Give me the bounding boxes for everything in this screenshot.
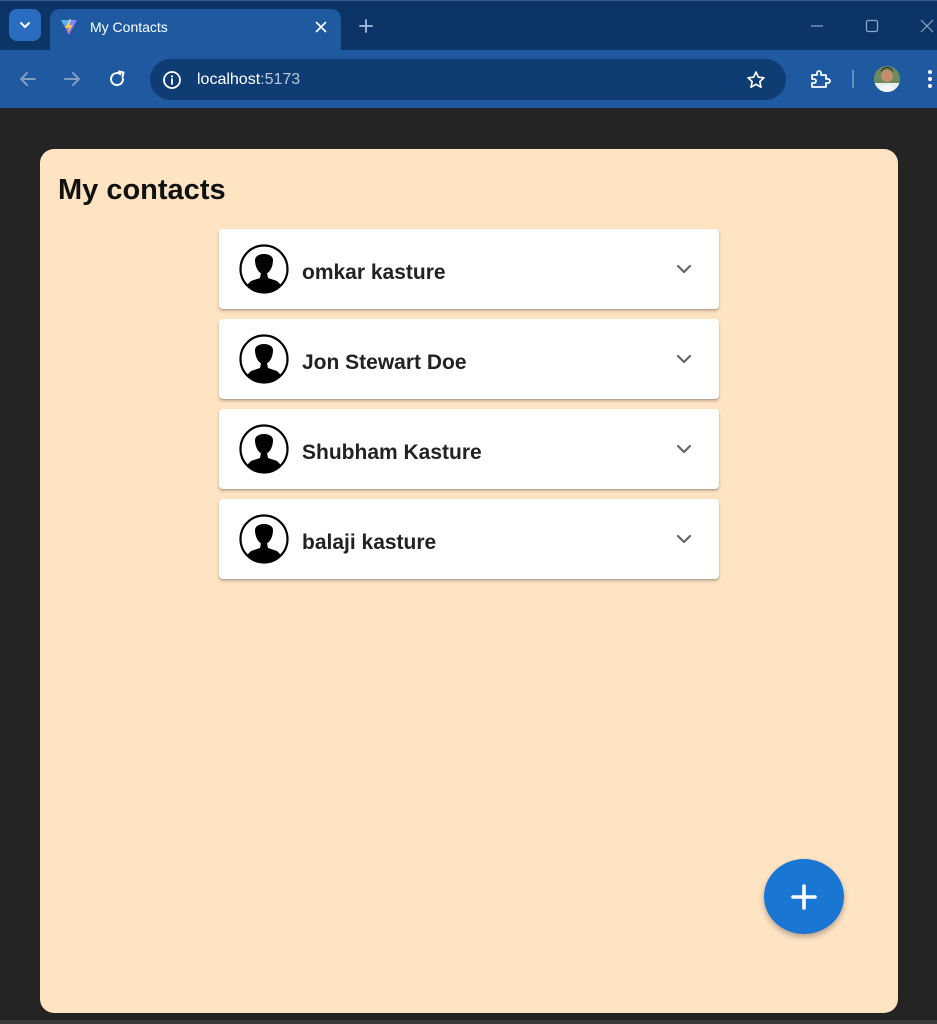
bookmark-button[interactable] [744,68,768,92]
browser-menu-button[interactable] [924,66,936,92]
profile-avatar-button[interactable] [874,66,900,92]
info-icon [163,71,181,89]
contact-name: Jon Stewart Doe [302,351,467,374]
contact-accordion-item[interactable]: omkar kasture [219,229,719,309]
person-avatar-icon [239,424,289,474]
browser-toolbar: localhost:5173 [0,50,937,108]
site-info-button[interactable] [160,68,184,92]
contact-name: Shubham Kasture [302,441,482,464]
close-icon [920,19,934,33]
minimize-icon [811,25,823,27]
tab-search-button[interactable] [9,9,41,41]
back-button[interactable] [15,66,41,92]
expand-contact-button[interactable] [673,528,695,550]
add-contact-button[interactable] [764,859,844,934]
person-avatar-icon [239,514,289,564]
browser-title-bar: My Contacts [0,0,937,51]
arrow-left-icon [20,72,36,86]
vite-logo-icon [61,19,77,35]
contact-accordion-item[interactable]: balaji kasture [219,499,719,579]
expand-contact-button[interactable] [673,348,695,370]
tab-close-button[interactable] [311,17,331,37]
arrow-right-icon [64,72,80,86]
maximize-icon [865,19,879,33]
contact-name: omkar kasture [302,261,446,284]
person-avatar-icon [239,334,289,384]
tab-title: My Contacts [90,19,168,35]
contact-accordion-item[interactable]: Jon Stewart Doe [219,319,719,399]
chevron-down-icon [20,22,30,28]
chevron-down-icon [676,534,692,544]
plus-icon [791,883,817,910]
reload-button[interactable] [104,66,130,92]
page-title: My contacts [58,174,226,206]
chevron-down-icon [676,264,692,274]
maximize-window-button[interactable] [861,15,883,37]
expand-contact-button[interactable] [673,438,695,460]
browser-tab-active[interactable]: My Contacts [50,9,341,51]
profile-photo-icon [874,66,900,92]
window-bottom-edge [0,1020,937,1024]
reload-icon [110,70,125,87]
url-text[interactable]: localhost:5173 [197,70,300,90]
url-host: localhost [197,71,261,88]
person-avatar-icon [239,244,289,294]
contact-name: balaji kasture [302,531,437,554]
page-viewport: My contacts omkar kasture Jon Stewart Do… [0,108,937,1020]
chevron-down-icon [676,354,692,364]
contacts-card: My contacts omkar kasture Jon Stewart Do… [40,149,898,1013]
chevron-down-icon [676,444,692,454]
extensions-button[interactable] [807,66,833,92]
minimize-window-button[interactable] [806,15,828,37]
contact-accordion-item[interactable]: Shubham Kasture [219,409,719,489]
url-port: :5173 [260,71,301,88]
address-bar[interactable]: localhost:5173 [150,59,786,100]
more-vertical-icon [928,70,932,88]
new-tab-button[interactable] [354,14,378,38]
forward-button[interactable] [59,66,85,92]
close-window-button[interactable] [916,15,937,37]
toolbar-divider [852,70,854,88]
plus-icon [359,19,373,33]
puzzle-icon [811,70,831,88]
star-icon [747,71,765,88]
close-icon [315,21,327,33]
expand-contact-button[interactable] [673,258,695,280]
